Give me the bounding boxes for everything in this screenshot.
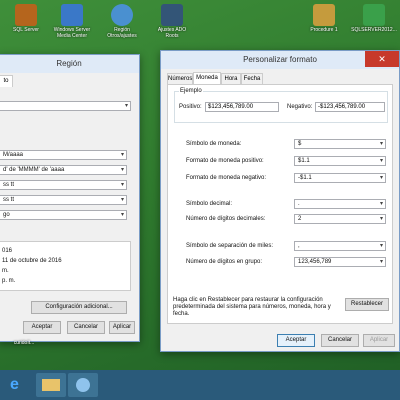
customize-format-window: Personalizar formato ✕ Números Moneda Ho… — [160, 50, 400, 352]
region-combo-2[interactable]: d' de 'MMMM' de 'aaaa ▾ — [0, 165, 127, 175]
positive-label: Positivo: — [179, 104, 202, 110]
decimal-digits-combo[interactable]: 2 ▾ — [294, 214, 386, 224]
positive-format-combo[interactable]: $1.1 ▾ — [294, 156, 386, 166]
region-titlebar: Región — [0, 55, 139, 73]
positive-example-field: $123,456,789.00 — [205, 102, 279, 112]
desktop-icon-label: SQL Server — [13, 27, 39, 33]
chevron-down-icon: ▾ — [379, 158, 383, 164]
decimal-symbol-combo[interactable]: . ▾ — [294, 199, 386, 209]
desktop-icon-roots[interactable]: Ajustes ADO Roots — [148, 4, 196, 39]
desktop-icon-label: Procedure 1 — [310, 27, 338, 33]
chevron-down-icon: ▾ — [379, 175, 383, 181]
region-combo-0[interactable]: ▾ — [0, 101, 131, 111]
desktop-icon-label: Windows Server Media Center — [53, 27, 91, 39]
currency-symbol-label: Símbolo de moneda: — [186, 141, 242, 147]
region-taskbar-button[interactable] — [68, 373, 98, 397]
chevron-down-icon: ▾ — [379, 259, 383, 265]
save-icon — [161, 4, 183, 26]
region-combo-1[interactable]: M/aaaa ▾ — [0, 150, 127, 160]
chevron-down-icon: ▾ — [124, 103, 128, 109]
region-accept-button[interactable]: Aceptar — [23, 321, 61, 334]
chevron-down-icon: ▾ — [379, 216, 383, 222]
chevron-down-icon: ▾ — [120, 152, 124, 158]
positive-format-label: Formato de moneda positivo: — [186, 158, 264, 164]
region-apply-button[interactable]: Aplicar — [109, 321, 135, 334]
chevron-down-icon: ▾ — [120, 212, 124, 218]
example-line: 016 — [2, 248, 13, 254]
explorer-button[interactable] — [36, 373, 66, 397]
desktop-icon-label: Región Otros/ajustes — [107, 27, 137, 39]
additional-settings-button[interactable]: Configuración adicional... — [31, 301, 127, 314]
folder-icon — [313, 4, 335, 26]
negative-label: Negativo: — [287, 104, 313, 110]
region-tab-partial[interactable]: to — [0, 75, 13, 87]
reset-button[interactable]: Restablecer — [345, 298, 389, 311]
example-group-label: Ejemplo — [179, 88, 203, 94]
media-center-icon — [61, 4, 83, 26]
tab-content: Ejemplo Positivo: $123,456,789.00 Negati… — [167, 84, 393, 324]
region-title: Región — [56, 59, 82, 68]
region-example-box: 016 11 de octubre de 2016 m. p. m. — [0, 241, 131, 291]
desktop-icon-bottom[interactable]: curidoIt... — [0, 340, 48, 346]
internet-explorer-icon: e — [10, 376, 19, 393]
format-cancel-button[interactable]: Cancelar — [321, 334, 359, 347]
close-button[interactable]: ✕ — [365, 51, 399, 67]
desktop-icon-sqlserver2012[interactable]: SQLSERVER2012... — [350, 4, 398, 33]
thousands-separator-label: Símbolo de separación de miles: — [186, 243, 274, 249]
tab-numeros[interactable]: Números — [167, 73, 193, 84]
region-combo-4[interactable]: ss tt ▾ — [0, 195, 127, 205]
close-icon: ✕ — [378, 54, 386, 64]
negative-format-combo[interactable]: -$1.1 ▾ — [294, 173, 386, 183]
format-accept-button[interactable]: Aceptar — [277, 334, 315, 347]
chevron-down-icon: ▾ — [120, 182, 124, 188]
chevron-down-icon: ▾ — [120, 197, 124, 203]
tab-hora[interactable]: Hora — [221, 73, 241, 84]
desktop-icon-label: SQLSERVER2012... — [351, 27, 397, 33]
example-line: m. — [2, 268, 9, 274]
sql-file-icon — [363, 4, 385, 26]
chevron-down-icon: ▾ — [379, 141, 383, 147]
digit-grouping-combo[interactable]: 123,456,789 ▾ — [294, 257, 386, 267]
desktop-icon-label: curidoIt... — [13, 340, 35, 346]
example-group: Ejemplo Positivo: $123,456,789.00 Negati… — [174, 88, 388, 123]
sql-server-icon — [15, 4, 37, 26]
folder-icon — [42, 379, 60, 391]
chevron-down-icon: ▾ — [379, 243, 383, 249]
negative-format-label: Formato de moneda negativo: — [186, 175, 267, 181]
taskbar: e — [0, 370, 400, 400]
digit-grouping-label: Número de dígitos en grupo: — [186, 259, 263, 265]
desktop-icon-procedure[interactable]: Procedure 1 — [300, 4, 348, 33]
ie-button[interactable]: e — [4, 373, 34, 397]
example-line: 11 de octubre de 2016 — [2, 258, 62, 264]
globe-icon — [76, 378, 90, 392]
desktop-icon-sql-server[interactable]: SQL Server — [2, 4, 50, 33]
tab-moneda[interactable]: Moneda — [193, 72, 221, 84]
chevron-down-icon: ▾ — [120, 167, 124, 173]
decimal-digits-label: Número de dígitos decimales: — [186, 216, 266, 222]
format-titlebar: Personalizar formato ✕ — [161, 51, 399, 69]
region-combo-5[interactable]: go ▾ — [0, 210, 127, 220]
region-window: Región to ▾ M/aaaa ▾ d' de 'MMMM' de 'aaa… — [0, 54, 140, 342]
region-combo-3[interactable]: ss tt ▾ — [0, 180, 127, 190]
decimal-symbol-label: Símbolo decimal: — [186, 201, 233, 207]
desktop-icon-label: Ajustes ADO Roots — [157, 27, 187, 39]
example-line: p. m. — [2, 278, 16, 284]
currency-symbol-combo[interactable]: $ ▾ — [294, 139, 386, 149]
thousands-separator-combo[interactable]: , ▾ — [294, 241, 386, 251]
tab-fecha[interactable]: Fecha — [241, 73, 263, 84]
format-title: Personalizar formato — [243, 55, 317, 64]
desktop-icon-media-center[interactable]: Windows Server Media Center — [48, 4, 96, 39]
desktop-icon-region[interactable]: Región Otros/ajustes — [98, 4, 146, 39]
format-apply-button[interactable]: Aplicar — [363, 334, 395, 347]
chevron-down-icon: ▾ — [379, 201, 383, 207]
globe-icon — [111, 4, 133, 26]
reset-note: Haga clic en Restablecer para restaurar … — [173, 297, 331, 317]
negative-example-field: -$123,456,789.00 — [315, 102, 385, 112]
region-cancel-button[interactable]: Cancelar — [67, 321, 105, 334]
